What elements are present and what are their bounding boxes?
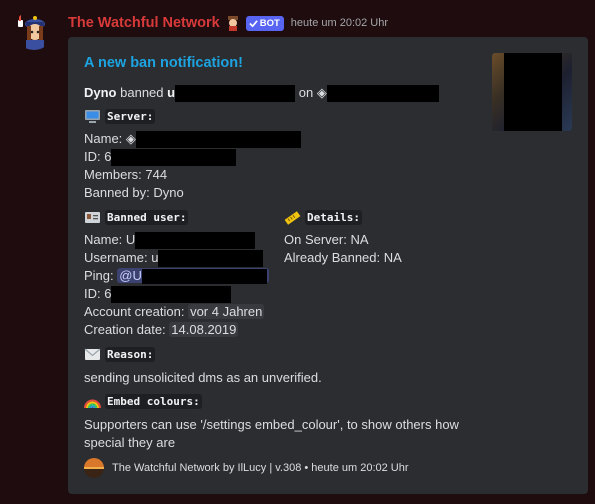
author-name[interactable]: The Watchful Network: [68, 15, 220, 31]
details-already-banned: Already Banned: NA: [284, 250, 402, 265]
footer-text: The Watchful Network by IlLucy | v.308 •…: [112, 462, 409, 474]
summary-user-prefix: u: [167, 85, 176, 100]
creation-date-line: Creation date: 14.08.2019: [84, 322, 239, 337]
ban-summary: Dyno banned u on ◈: [84, 85, 439, 103]
redaction-block: [504, 53, 562, 131]
redaction-block: [111, 149, 237, 167]
details-field-header: Details:: [284, 210, 362, 225]
banned-user-id-label: ID:: [84, 286, 101, 301]
reason-field-label: Reason:: [105, 347, 156, 362]
redaction-block: [175, 85, 296, 103]
chat-message: The Watchful Network BOT heute um 20:02 …: [0, 0, 595, 504]
summary-verb: banned: [120, 85, 164, 100]
mention-prefix: @U: [119, 268, 142, 283]
server-field-label: Server:: [105, 109, 156, 124]
account-creation-line: Account creation: vor 4 Jahren: [84, 304, 265, 319]
banned-user-ping-label: Ping:: [84, 268, 114, 283]
embed-card: A new ban notification! Dyno banned u on…: [68, 37, 588, 494]
embed-colours-text-line2: special they are: [84, 435, 176, 450]
banned-user-name-label: Name:: [84, 232, 123, 247]
redaction-block: [111, 286, 232, 304]
envelope-icon: [84, 347, 101, 362]
banned-user-username-line: Username: u: [84, 250, 264, 268]
banned-user-ping-line: Ping: @U: [84, 268, 269, 285]
server-name-label: Name:: [84, 131, 123, 146]
embed-colours-field-label: Embed colours:: [105, 394, 202, 409]
redaction-block: [141, 269, 267, 285]
server-name-line: Name: ◈: [84, 131, 301, 149]
reason-field-header: Reason:: [84, 347, 156, 362]
checkmark-icon: [249, 19, 258, 27]
ruler-icon: [284, 210, 301, 225]
message-timestamp[interactable]: heute um 20:02 Uhr: [291, 17, 388, 29]
embed-colours-field-header: Embed colours:: [84, 394, 202, 409]
embed-title: A new ban notification!: [84, 55, 243, 71]
reason-text: sending unsolicited dms as an unverified…: [84, 370, 322, 385]
summary-on: on: [298, 85, 314, 100]
redaction-block: [135, 232, 256, 250]
embed-thumbnail[interactable]: [492, 53, 572, 131]
account-creation-value[interactable]: vor 4 Jahren: [188, 304, 265, 319]
banned-user-field-header: Banned user:: [84, 210, 189, 225]
server-banned-by-line: Banned by: Dyno: [84, 185, 184, 200]
message-header: The Watchful Network BOT heute um 20:02 …: [68, 13, 388, 33]
server-id-prefix: 6: [104, 149, 112, 164]
detective-emoji-icon: [225, 15, 241, 31]
embed-footer: The Watchful Network by IlLucy | v.308 •…: [84, 458, 409, 478]
account-creation-label: Account creation:: [84, 304, 185, 319]
banned-user-id-prefix: 6: [104, 286, 112, 301]
details-on-server: On Server: NA: [284, 232, 369, 247]
banned-user-name-line: Name: U: [84, 232, 256, 250]
summary-server-glyph: ◈: [316, 85, 327, 100]
banned-user-field-label: Banned user:: [105, 210, 189, 225]
id-card-icon: [84, 210, 101, 225]
server-id-label: ID:: [84, 149, 101, 164]
server-id-line: ID: 6: [84, 149, 237, 167]
server-name-prefix: ◈: [125, 131, 136, 146]
rainbow-icon: [84, 394, 101, 409]
redaction-block: [158, 250, 264, 268]
bot-tag-label: BOT: [259, 17, 280, 29]
creation-date-label: Creation date:: [84, 322, 166, 337]
user-mention[interactable]: @U: [117, 268, 269, 285]
server-members-line: Members: 744: [84, 167, 168, 182]
creation-date-value[interactable]: 14.08.2019: [169, 322, 239, 337]
embed-colours-text-line1: Supporters can use '/settings embed_colo…: [84, 417, 459, 432]
server-field-header: Server:: [84, 109, 156, 124]
redaction-block: [326, 85, 439, 103]
banned-user-username-label: Username:: [84, 250, 148, 265]
bot-tag: BOT: [245, 15, 284, 31]
redaction-block: [135, 131, 301, 149]
police-avatar-icon[interactable]: [14, 10, 54, 50]
banned-user-username-prefix: u: [151, 250, 159, 265]
actor-name: Dyno: [84, 85, 117, 100]
computer-icon: [84, 109, 101, 124]
sunset-footer-icon: [84, 458, 104, 478]
banned-user-id-line: ID: 6: [84, 286, 232, 304]
details-field-label: Details:: [305, 210, 362, 225]
banned-user-name-prefix: U: [125, 232, 136, 247]
